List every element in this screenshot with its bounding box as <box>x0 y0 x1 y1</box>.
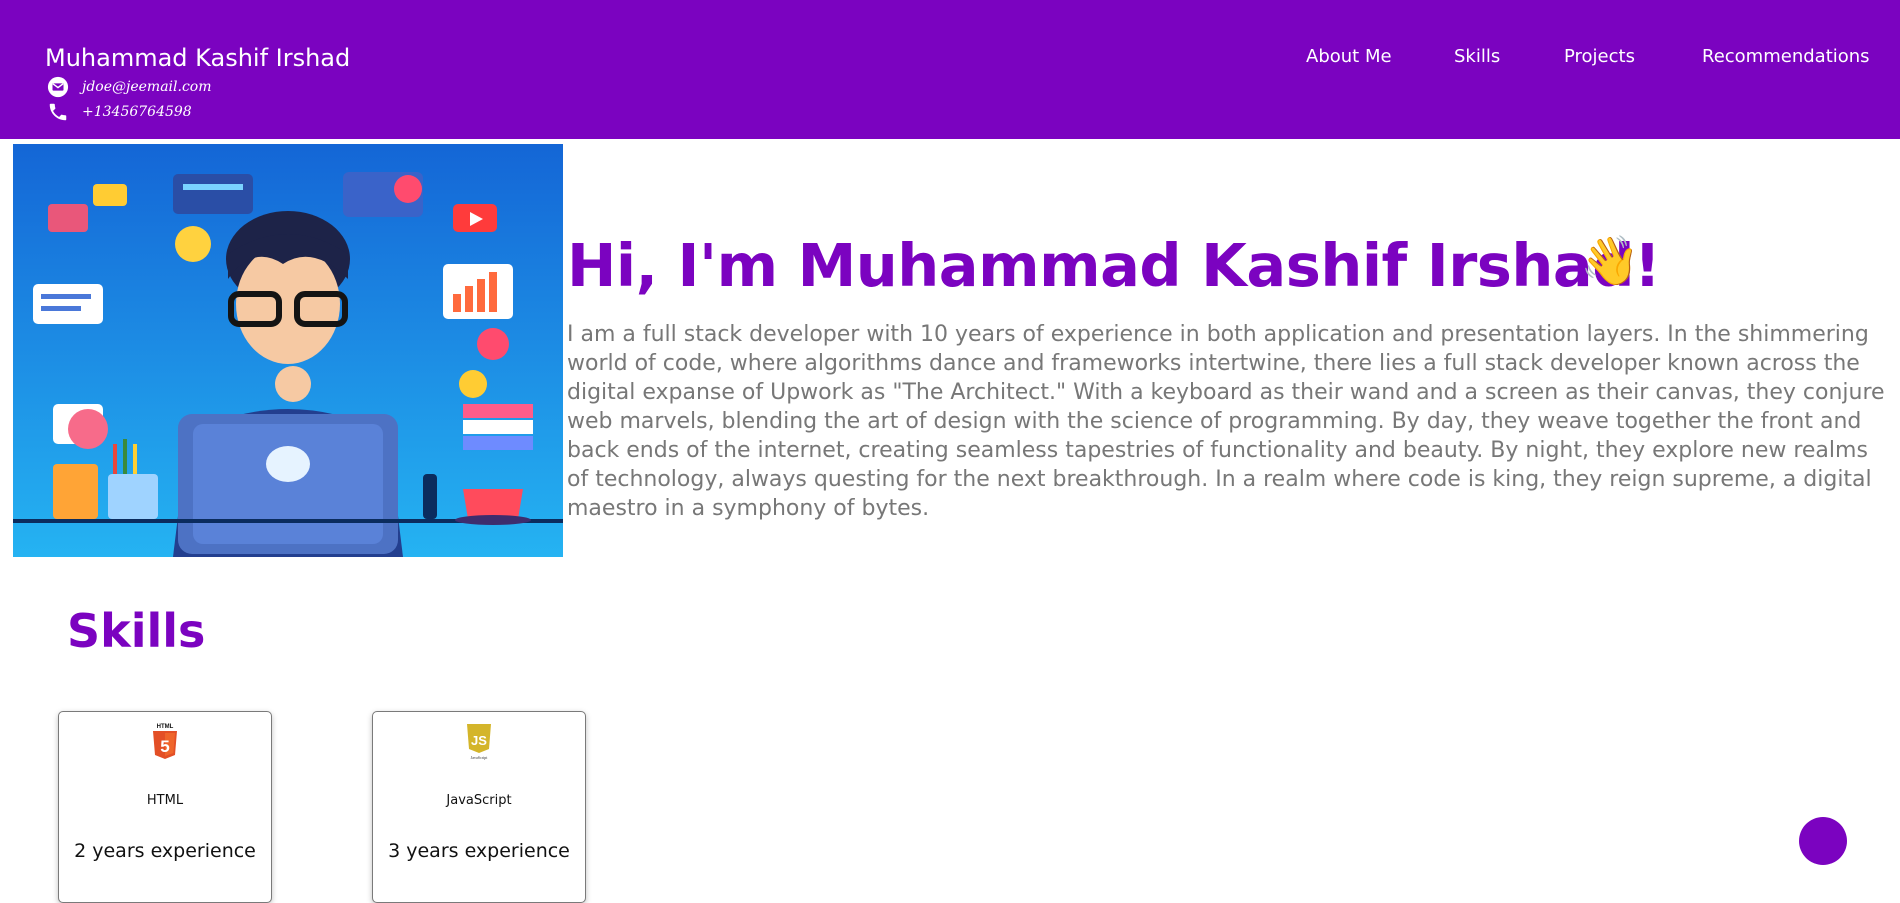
javascript-icon: JS JavaScript <box>467 724 491 760</box>
nav-projects[interactable]: Projects <box>1564 46 1635 67</box>
phone-text[interactable]: +13456764598 <box>82 104 192 120</box>
skills-heading: Skills <box>67 604 206 658</box>
hero-greeting: Hi, I'm Muhammad Kashif Irshad! <box>567 231 1661 300</box>
waving-hand-icon: 👋 <box>1580 233 1640 289</box>
email-contact[interactable]: jdoe@jeemail.com <box>45 74 350 99</box>
html5-icon: HTML 5 <box>153 724 177 759</box>
skill-experience: 3 years experience <box>388 840 570 862</box>
nav-about-me[interactable]: About Me <box>1306 46 1392 67</box>
floating-action-button[interactable] <box>1799 817 1847 865</box>
skill-experience: 2 years experience <box>74 840 256 862</box>
hero-bio: I am a full stack developer with 10 year… <box>567 322 1885 521</box>
html5-icon-glyph: 5 <box>160 737 169 756</box>
site-header: Muhammad Kashif Irshad jdoe@jeemail.com … <box>0 0 1900 139</box>
skill-card-javascript[interactable]: JS JavaScript JavaScript 3 years experie… <box>372 711 586 903</box>
html5-icon-label: HTML <box>157 724 174 730</box>
skill-card-html[interactable]: HTML 5 HTML 2 years experience <box>58 711 272 903</box>
javascript-icon-glyph: JS <box>471 733 487 748</box>
javascript-icon-caption: JavaScript <box>471 755 489 760</box>
developer-illustration-art <box>13 144 563 557</box>
developer-illustration <box>13 144 563 557</box>
envelope-icon <box>47 76 69 97</box>
skill-name: HTML <box>146 793 184 808</box>
main-nav: About Me Skills Projects Recommendations <box>0 46 1900 70</box>
nav-recommendations[interactable]: Recommendations <box>1702 46 1870 67</box>
phone-contact[interactable]: +13456764598 <box>45 99 350 124</box>
phone-icon <box>49 103 67 120</box>
skill-name: JavaScript <box>446 793 512 808</box>
nav-skills[interactable]: Skills <box>1454 46 1500 67</box>
email-text[interactable]: jdoe@jeemail.com <box>82 79 212 95</box>
